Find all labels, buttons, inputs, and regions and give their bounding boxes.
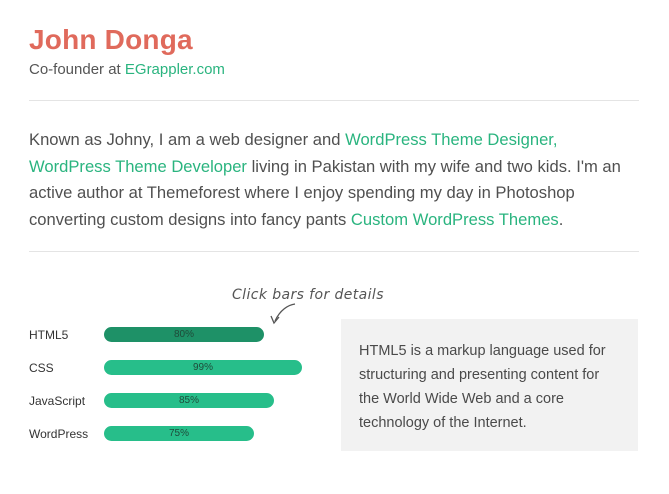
bio-text-3: . bbox=[558, 209, 564, 229]
skill-description-text: HTML5 is a markup language used for stru… bbox=[359, 343, 606, 431]
skill-bar-percent: 80% bbox=[173, 329, 194, 340]
subtitle-text: Co-founder at bbox=[29, 61, 125, 78]
bio-text-1: Known as Johny, I am a web designer and bbox=[29, 130, 346, 149]
skill-bar-wordpress[interactable]: 75% bbox=[104, 426, 254, 441]
skill-bar-html5[interactable]: 80% bbox=[104, 327, 264, 342]
skill-bar-percent: 75% bbox=[168, 428, 189, 439]
bio-paragraph: Known as Johny, I am a web designer and … bbox=[29, 127, 641, 233]
skill-description-box: HTML5 is a markup language used for stru… bbox=[341, 319, 638, 451]
company-link[interactable]: EGrappler.com bbox=[125, 61, 225, 78]
skill-label-css: CSS bbox=[29, 361, 54, 375]
hint-arrow-icon bbox=[270, 303, 296, 325]
skill-bar-javascript[interactable]: 85% bbox=[104, 393, 274, 408]
divider-top bbox=[29, 100, 639, 101]
profile-name: John Donga bbox=[29, 24, 193, 55]
skill-label-html5: HTML5 bbox=[29, 328, 69, 342]
skills-hint: Click bars for details bbox=[232, 287, 384, 303]
profile-subtitle: Co-founder at EGrappler.com bbox=[29, 61, 225, 78]
divider-bottom bbox=[29, 251, 639, 252]
skill-label-wordpress: WordPress bbox=[29, 427, 89, 441]
skill-label-javascript: JavaScript bbox=[29, 394, 86, 408]
skill-bar-css[interactable]: 99% bbox=[104, 360, 302, 375]
skill-bar-percent: 85% bbox=[178, 395, 199, 406]
skill-bar-percent: 99% bbox=[192, 362, 213, 373]
bio-link-custom-themes[interactable]: Custom WordPress Themes bbox=[351, 210, 559, 229]
